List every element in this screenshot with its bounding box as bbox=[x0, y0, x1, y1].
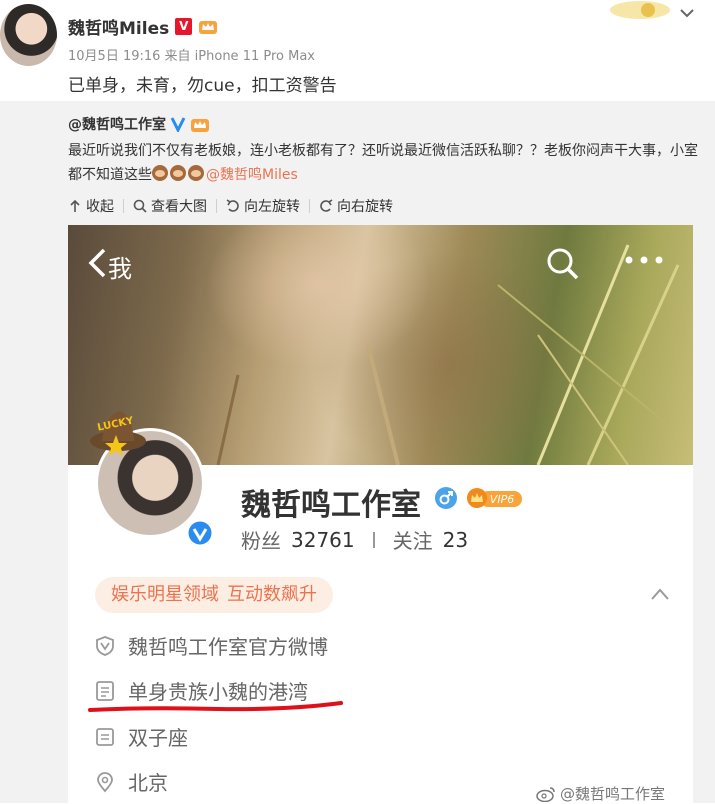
monkey-emoji-icon bbox=[170, 165, 186, 181]
toolbar-divider bbox=[216, 199, 217, 213]
verified-red-icon: V bbox=[175, 18, 193, 35]
monkey-emoji-icon bbox=[188, 165, 204, 181]
rotate-right-label: 向右旋转 bbox=[337, 199, 393, 215]
back-label[interactable]: 我 bbox=[108, 249, 132, 284]
lucky-hat-icon: LUCKY bbox=[90, 411, 146, 456]
repost-text: 最近听说我们不仅有老板娘，连小老板都有了？还听说最近微信活跃私聊？？老板你闷声干… bbox=[68, 139, 698, 187]
follow-count[interactable]: 23 bbox=[443, 528, 468, 552]
stats-divider bbox=[372, 531, 375, 548]
post-meta: 10月5日 19:16 来自 iPhone 11 Pro Max bbox=[68, 49, 315, 64]
zodiac-text: 双子座 bbox=[128, 726, 188, 750]
post-text: 已单身，未育，勿cue，扣工资警告 bbox=[68, 76, 337, 96]
verify-info-row: 魏哲鸣工作室官方微博 bbox=[94, 631, 328, 660]
rotate-right-icon bbox=[320, 199, 333, 212]
vip-badge-icon: VIP6 bbox=[467, 488, 522, 508]
calendar-icon bbox=[96, 727, 114, 746]
watermark-text: @魏哲鸣工作室 bbox=[560, 785, 666, 803]
collapse-label: 收起 bbox=[86, 199, 114, 215]
monkey-emoji-icon bbox=[152, 165, 168, 181]
chevron-up-icon[interactable] bbox=[650, 587, 670, 601]
embedded-profile-image[interactable]: 我 LUCKY 魏哲鸣工作室 VIP6 粉丝 32761 关注 23 娱乐明星领… bbox=[68, 225, 693, 803]
search-icon[interactable] bbox=[546, 247, 580, 281]
chevron-down-icon[interactable] bbox=[679, 5, 695, 21]
fans-count[interactable]: 32761 bbox=[291, 528, 355, 552]
weibo-watermark: @魏哲鸣工作室 bbox=[536, 783, 665, 804]
rotate-left-label: 向左旋转 bbox=[244, 199, 300, 215]
tag-trend: 互动数飙升 bbox=[227, 584, 317, 605]
crown-icon bbox=[199, 21, 218, 34]
influence-tag[interactable]: 娱乐明星领域 互动数飙升 bbox=[95, 577, 333, 613]
author-name-row: 魏哲鸣Miles V bbox=[68, 14, 218, 39]
view-large-button[interactable]: 查看大图 bbox=[133, 196, 207, 216]
author-name[interactable]: 魏哲鸣Miles bbox=[68, 14, 169, 39]
more-options-icon[interactable] bbox=[624, 255, 664, 265]
mention-link[interactable]: @魏哲鸣Miles bbox=[206, 167, 298, 183]
zodiac-row: 双子座 bbox=[94, 722, 188, 751]
fans-label[interactable]: 粉丝 bbox=[241, 525, 281, 554]
tag-domain: 娱乐明星领域 bbox=[111, 584, 219, 605]
location-row: 北京 bbox=[94, 767, 168, 796]
weibo-logo-icon bbox=[536, 786, 555, 802]
view-large-label: 查看大图 bbox=[151, 199, 207, 215]
vip-label: VIP6 bbox=[490, 493, 514, 506]
male-gender-icon bbox=[435, 487, 457, 509]
verified-badge-icon bbox=[186, 519, 214, 547]
magnifier-icon bbox=[133, 199, 147, 213]
verify-info-text: 魏哲鸣工作室官方微博 bbox=[128, 635, 328, 659]
repost-author-row: @魏哲鸣工作室 bbox=[68, 114, 210, 134]
crown-icon bbox=[191, 118, 209, 132]
location-text: 北京 bbox=[128, 771, 168, 795]
profile-stats: 粉丝 32761 关注 23 bbox=[241, 525, 468, 554]
toolbar-divider bbox=[309, 199, 310, 213]
document-icon bbox=[96, 680, 114, 701]
decoration-icon bbox=[610, 1, 670, 19]
repost-author[interactable]: @魏哲鸣工作室 bbox=[68, 114, 166, 134]
back-arrow-icon[interactable] bbox=[86, 247, 108, 279]
verified-v-icon bbox=[170, 117, 186, 132]
location-pin-icon bbox=[97, 771, 113, 792]
collapse-icon bbox=[70, 199, 80, 212]
rotate-left-button[interactable]: 向左旋转 bbox=[226, 196, 300, 216]
rotate-left-icon bbox=[226, 199, 239, 212]
toolbar-divider bbox=[123, 199, 124, 213]
shield-icon bbox=[96, 635, 114, 656]
red-underline-annotation bbox=[88, 701, 343, 712]
follow-label[interactable]: 关注 bbox=[393, 525, 433, 554]
author-avatar[interactable] bbox=[0, 4, 57, 66]
profile-name: 魏哲鸣工作室 bbox=[241, 488, 421, 523]
image-toolbar: 收起 查看大图 向左旋转 向右旋转 bbox=[68, 196, 393, 216]
rotate-right-button[interactable]: 向右旋转 bbox=[319, 196, 393, 216]
collapse-button[interactable]: 收起 bbox=[68, 196, 114, 216]
